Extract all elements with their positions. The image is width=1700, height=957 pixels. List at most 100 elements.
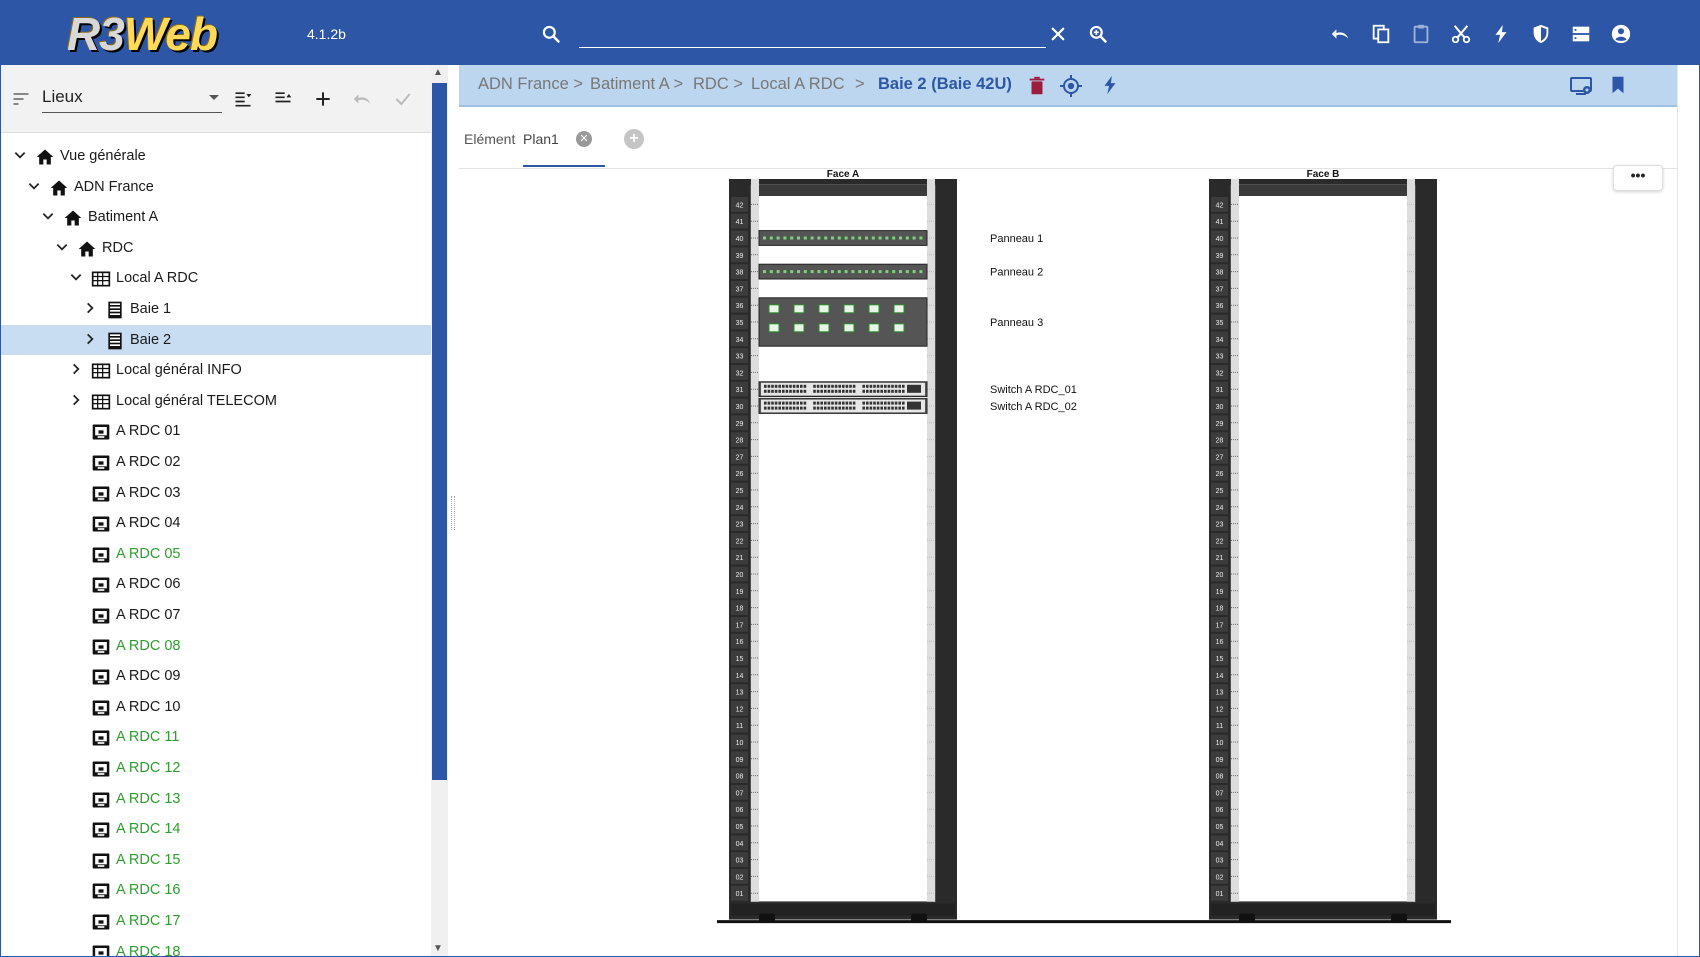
search-input[interactable] [579, 23, 1039, 47]
paste-icon[interactable] [1409, 22, 1433, 46]
tree-item[interactable]: Local général TELECOM [1, 386, 431, 416]
tree-item[interactable]: Local A RDC [1, 263, 431, 293]
scroll-down-icon[interactable]: ▼ [433, 943, 443, 954]
expand-all-icon[interactable] [231, 87, 255, 111]
chevron-down-icon[interactable] [69, 270, 83, 284]
tree-item[interactable]: A RDC 16 [1, 875, 431, 905]
tree-item[interactable]: A RDC 10 [1, 692, 431, 722]
undo-disabled-icon[interactable] [351, 87, 375, 111]
uplink [907, 401, 921, 410]
switch-port [792, 406, 796, 410]
shield-icon[interactable] [1529, 22, 1553, 46]
port [769, 270, 773, 274]
tree-item[interactable]: RDC [1, 233, 431, 263]
module [818, 323, 830, 333]
copy-icon[interactable] [1369, 22, 1393, 46]
account-icon[interactable] [1609, 22, 1633, 46]
tree-item[interactable]: A RDC 07 [1, 600, 431, 630]
right-sidebar-handle[interactable] [1677, 65, 1699, 956]
tree-item[interactable]: Baie 1 [1, 294, 431, 324]
tree-item[interactable]: A RDC 02 [1, 447, 431, 477]
chevron-down-icon[interactable] [55, 240, 69, 254]
outlet-icon [91, 698, 111, 718]
chevron-down-icon[interactable] [41, 209, 55, 223]
switch-port [764, 406, 767, 410]
device-switch [758, 381, 928, 398]
tree-item[interactable]: A RDC 05 [1, 539, 431, 569]
clear-search-icon[interactable] [1049, 25, 1067, 43]
tree-item[interactable]: A RDC 04 [1, 508, 431, 538]
unit-number: 04 [1216, 841, 1224, 848]
unit-number: 19 [1216, 589, 1224, 596]
tree-item[interactable]: Local général INFO [1, 355, 431, 385]
zoom-in-icon[interactable] [1088, 24, 1108, 44]
chevron-right-icon[interactable] [69, 393, 83, 407]
sort-menu-icon[interactable] [11, 89, 31, 109]
tree-item[interactable]: ADN France [1, 172, 431, 202]
tree-item[interactable]: A RDC 08 [1, 631, 431, 661]
tree-item[interactable]: Batiment A [1, 202, 431, 232]
tree-item[interactable]: Baie 2 [1, 324, 431, 355]
flash-icon[interactable] [1489, 22, 1513, 46]
chevron-right-icon[interactable] [83, 332, 97, 346]
splitter-grip[interactable] [451, 496, 455, 530]
tree-item-label: Vue générale [60, 148, 146, 164]
port [912, 236, 916, 240]
tree-item[interactable]: A RDC 01 [1, 416, 431, 446]
tree-item[interactable]: A RDC 14 [1, 814, 431, 844]
tree-item-label: A RDC 14 [116, 821, 181, 838]
switch-port [866, 389, 869, 393]
switch-port [845, 401, 849, 405]
cut-icon[interactable] [1449, 22, 1473, 46]
switch-port [771, 401, 774, 405]
port [790, 236, 794, 240]
switch-face [761, 382, 925, 396]
undo-icon[interactable] [1329, 22, 1353, 46]
switch-port [816, 389, 820, 393]
logo-text-r3: R3 [67, 8, 125, 60]
port [878, 270, 882, 274]
unit-number: 39 [1216, 253, 1224, 260]
add-icon[interactable] [311, 87, 335, 111]
chevron-down-icon[interactable] [13, 148, 27, 162]
collapse-all-icon[interactable] [271, 87, 295, 111]
unit-number: 22 [1216, 538, 1224, 545]
unit-number: 18 [736, 606, 744, 613]
tree-item[interactable]: A RDC 13 [1, 784, 431, 814]
tree-item-label: A RDC 08 [116, 637, 181, 654]
tree-scrollbar-thumb[interactable] [432, 83, 447, 780]
switch-port [842, 384, 845, 388]
chevron-right-icon[interactable] [69, 362, 83, 376]
tree-item[interactable]: A RDC 12 [1, 753, 431, 783]
tree-item[interactable]: A RDC 11 [1, 722, 431, 752]
server-icon[interactable] [1569, 22, 1593, 46]
port [817, 236, 821, 240]
tree-item[interactable]: A RDC 15 [1, 845, 431, 875]
switch-port [838, 406, 841, 410]
unit-number: 41 [1216, 219, 1224, 226]
chevron-right-icon[interactable] [83, 301, 97, 315]
tree-item[interactable]: Vue générale [1, 141, 431, 171]
search-icon[interactable] [541, 24, 561, 44]
switch-port [887, 401, 891, 405]
device-patch-panel [758, 230, 928, 246]
tree-item[interactable]: A RDC 03 [1, 478, 431, 508]
tree-item[interactable]: A RDC 18 [1, 937, 431, 956]
unit-number: 20 [1216, 572, 1224, 579]
chevron-down-icon[interactable] [27, 179, 41, 193]
switch-port [852, 389, 856, 393]
switch-port [880, 389, 883, 393]
module [818, 304, 830, 314]
switch-port [852, 384, 856, 388]
port [871, 236, 875, 240]
port [858, 270, 862, 274]
port [763, 270, 766, 274]
scroll-up-icon[interactable]: ▲ [433, 67, 443, 78]
tree-item[interactable]: A RDC 06 [1, 569, 431, 599]
top-bar: R3Web 4.1.2b [1, 1, 1699, 65]
tree-item[interactable]: A RDC 17 [1, 906, 431, 936]
validate-icon[interactable] [391, 87, 415, 111]
tree-item[interactable]: A RDC 09 [1, 661, 431, 691]
view-select[interactable]: Lieux [42, 83, 222, 113]
unit-number: 06 [736, 807, 744, 814]
